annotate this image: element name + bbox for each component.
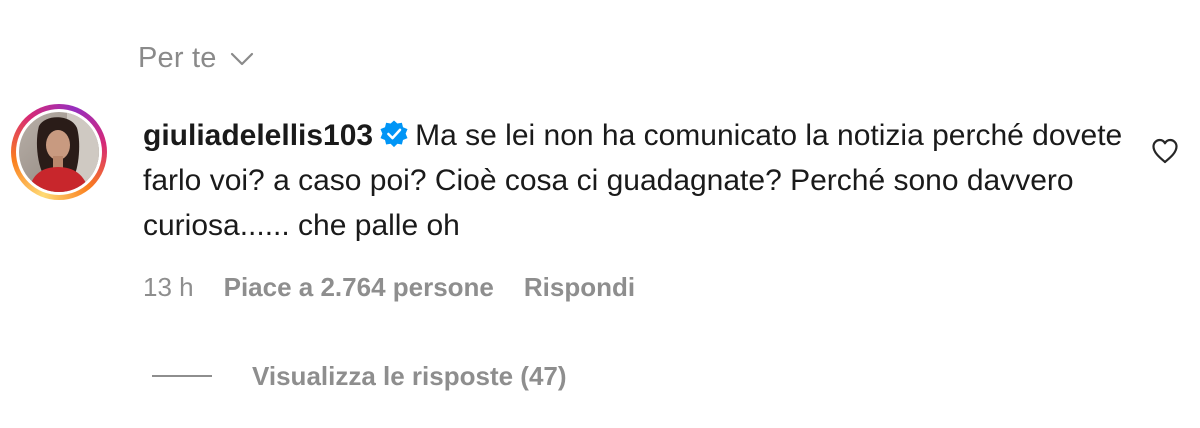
comment-username[interactable]: giuliadelellis103 <box>143 119 373 152</box>
reply-button[interactable]: Rispondi <box>524 269 635 305</box>
view-replies-button[interactable]: Visualizza le risposte (47) <box>152 358 567 394</box>
comment-body: giuliadelellis103 Ma se lei non ha comun… <box>143 113 1123 248</box>
comment-meta: 13 h Piace a 2.764 persone Rispondi <box>143 269 635 305</box>
sort-label: Per te <box>138 42 217 74</box>
chevron-down-icon <box>230 52 253 66</box>
verified-badge-icon <box>380 120 408 148</box>
replies-divider-line <box>152 375 212 377</box>
comment-likes-link[interactable]: Piace a 2.764 persone <box>224 269 494 305</box>
view-replies-label: Visualizza le risposte (47) <box>252 361 567 391</box>
avatar[interactable] <box>11 104 107 200</box>
comment-timestamp: 13 h <box>143 272 194 302</box>
sort-dropdown[interactable]: Per te <box>138 38 257 78</box>
heart-icon[interactable] <box>1150 136 1180 166</box>
avatar-ring-gap <box>16 109 102 195</box>
avatar-photo <box>19 112 99 192</box>
